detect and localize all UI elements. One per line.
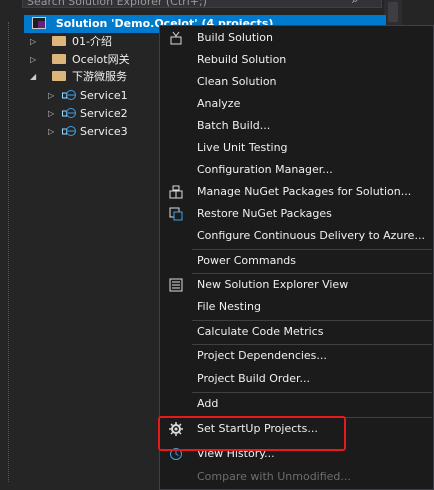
menu-item-label: Add [197, 397, 219, 410]
menu-item-label: Power Commands [197, 254, 297, 267]
scrollbar-thumb[interactable] [388, 2, 398, 22]
tree-item-label: Service3 [80, 125, 128, 138]
menu-item-label: Rebuild Solution [197, 53, 287, 66]
menu-item-label: File Nesting [197, 300, 261, 313]
menu-item-label: Batch Build... [197, 119, 271, 132]
menu-item-restore-nuget[interactable]: Restore NuGet Packages [161, 203, 433, 225]
menu-item-configure-cd-azure[interactable]: Configure Continuous Delivery to Azure..… [161, 225, 433, 247]
solution-icon [32, 17, 46, 29]
tree-guide-line [8, 22, 9, 482]
menu-item-clean-solution[interactable]: Clean Solution [161, 71, 433, 93]
folder-icon [52, 54, 66, 64]
menu-item-label: Clean Solution [197, 75, 277, 88]
nuget-icon [169, 185, 183, 199]
annotation-highlight-box [158, 416, 346, 451]
menu-item-file-nesting[interactable]: File Nesting [161, 296, 433, 318]
web-project-icon [62, 90, 76, 100]
menu-item-new-solution-explorer-view[interactable]: New Solution Explorer View [161, 274, 433, 296]
menu-item-label: Configuration Manager... [197, 163, 333, 176]
menu-item-label: Restore NuGet Packages [197, 207, 332, 220]
restore-icon [169, 207, 183, 221]
menu-item-compare-with-unmodified[interactable]: Compare with Unmodified... [161, 466, 433, 488]
menu-item-batch-build[interactable]: Batch Build... [161, 115, 433, 137]
menu-item-project-dependencies[interactable]: Project Dependencies... [161, 345, 433, 367]
tree-item-label: Ocelot网关 [72, 53, 130, 66]
tree-item-label: Service1 [80, 89, 128, 102]
menu-item-rebuild-solution[interactable]: Rebuild Solution [161, 49, 433, 71]
menu-item-build-solution[interactable]: Build Solution [161, 27, 433, 49]
menu-item-label: Analyze [197, 97, 241, 110]
menu-item-calculate-code-metrics[interactable]: Calculate Code Metrics [161, 321, 433, 343]
menu-item-label: Configure Continuous Delivery to Azure..… [197, 229, 425, 242]
menu-item-label: Calculate Code Metrics [197, 325, 324, 338]
menu-item-label: Build Solution [197, 31, 273, 44]
folder-open-icon [52, 71, 66, 81]
web-project-icon [62, 108, 76, 118]
menu-item-analyze[interactable]: Analyze [161, 93, 433, 115]
menu-item-label: Project Dependencies... [197, 349, 327, 362]
menu-item-power-commands[interactable]: Power Commands [161, 250, 433, 272]
search-input[interactable]: Search Solution Explorer (Ctrl+;) [22, 0, 382, 8]
search-icon[interactable]: ⌕ [352, 0, 359, 7]
menu-item-project-build-order[interactable]: Project Build Order... [161, 368, 433, 390]
menu-item-label: New Solution Explorer View [197, 278, 349, 291]
tree-item-label: 01-介绍 [72, 35, 112, 48]
menu-item-configuration-manager[interactable]: Configuration Manager... [161, 159, 433, 181]
folder-icon [52, 36, 66, 46]
chevron-right-icon[interactable]: ▷ [48, 87, 58, 105]
menu-item-label: Project Build Order... [197, 372, 310, 385]
chevron-right-icon[interactable]: ▷ [48, 105, 58, 123]
menu-item-live-unit-testing[interactable]: Live Unit Testing [161, 137, 433, 159]
menu-item-label: Manage NuGet Packages for Solution... [197, 185, 412, 198]
web-project-icon [62, 126, 76, 136]
menu-item-label: Compare with Unmodified... [197, 470, 351, 483]
chevron-down-icon[interactable]: ◢ [30, 68, 40, 86]
new-view-icon [169, 278, 183, 292]
menu-item-add[interactable]: Add [161, 393, 433, 415]
tree-item-label: Service2 [80, 107, 128, 120]
tree-item-label: 下游微服务 [72, 70, 127, 83]
chevron-right-icon[interactable]: ▷ [48, 123, 58, 141]
chevron-right-icon[interactable]: ▷ [30, 33, 40, 51]
build-icon [170, 31, 182, 45]
chevron-right-icon[interactable]: ▷ [30, 51, 40, 69]
menu-item-manage-nuget[interactable]: Manage NuGet Packages for Solution... [161, 181, 433, 203]
menu-item-label: Live Unit Testing [197, 141, 288, 154]
